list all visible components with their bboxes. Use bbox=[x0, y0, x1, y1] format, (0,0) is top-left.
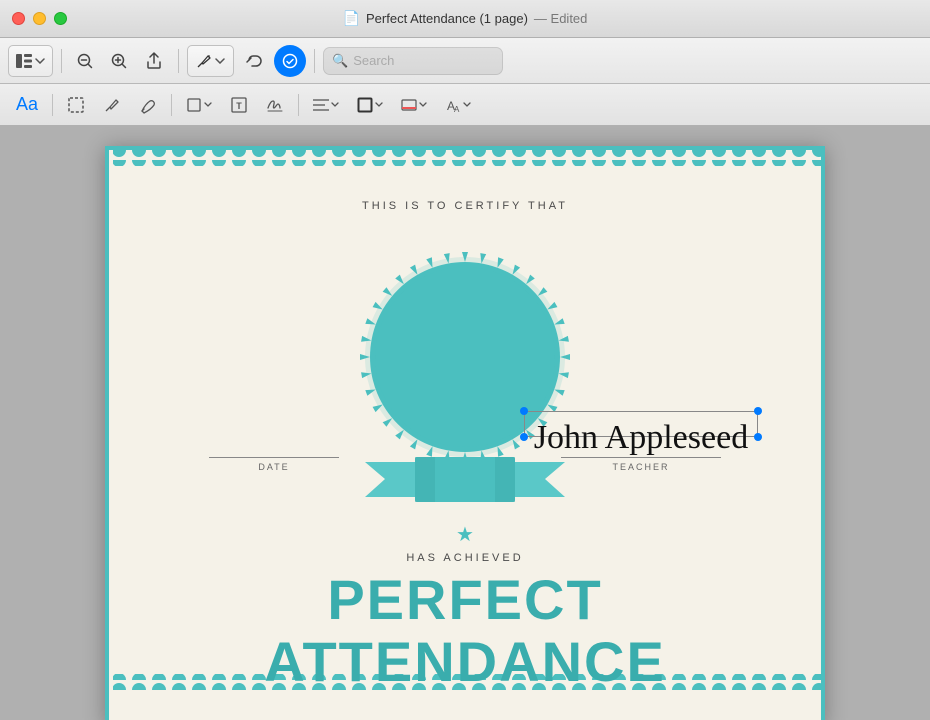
cert-certify-text: THIS IS TO CERTIFY THAT bbox=[362, 200, 568, 212]
fmt-separator-1 bbox=[52, 94, 53, 116]
share-button[interactable] bbox=[138, 45, 170, 77]
title-bar: 📄 Perfect Attendance (1 page) — Edited bbox=[0, 0, 930, 38]
pen-button[interactable] bbox=[97, 91, 127, 119]
fullscreen-button[interactable] bbox=[54, 12, 67, 25]
color-button[interactable] bbox=[395, 91, 433, 119]
close-button[interactable] bbox=[12, 12, 25, 25]
canvas-area: THIS IS TO CERTIFY THAT DATE bbox=[0, 126, 930, 720]
align-button[interactable] bbox=[307, 91, 345, 119]
handle-tl bbox=[520, 407, 528, 415]
sidebar-icon bbox=[16, 54, 32, 68]
teacher-underline bbox=[561, 457, 721, 458]
fmt-separator-2 bbox=[171, 94, 172, 116]
handle-br bbox=[754, 433, 762, 441]
edited-status: — Edited bbox=[534, 11, 588, 26]
chevron-down-icon bbox=[463, 102, 471, 107]
traffic-lights bbox=[12, 12, 67, 25]
window-title-area: 📄 Perfect Attendance (1 page) — Edited bbox=[343, 10, 588, 27]
align-icon bbox=[313, 98, 329, 112]
cert-content: THIS IS TO CERTIFY THAT DATE bbox=[109, 150, 821, 720]
search-icon: 🔍 bbox=[332, 53, 348, 69]
text-box-icon: T bbox=[230, 96, 248, 114]
svg-text:A: A bbox=[454, 105, 460, 113]
sidebar-toggle-button[interactable] bbox=[8, 45, 53, 77]
svg-text:T: T bbox=[236, 101, 242, 111]
zoom-in-icon bbox=[111, 53, 127, 69]
toolbar-separator-2 bbox=[178, 49, 179, 73]
selection-icon bbox=[67, 96, 85, 114]
border-style-icon bbox=[357, 97, 373, 113]
signature-button[interactable] bbox=[260, 91, 290, 119]
font-size-button[interactable]: A A bbox=[439, 91, 477, 119]
share-icon bbox=[145, 52, 163, 70]
chevron-down-icon bbox=[331, 102, 339, 107]
cert-date-line: DATE bbox=[199, 457, 349, 472]
font-aa-label: Aa bbox=[16, 94, 38, 115]
search-input[interactable]: Search bbox=[353, 53, 394, 68]
annotate-icon bbox=[282, 53, 298, 69]
minimize-button[interactable] bbox=[33, 12, 46, 25]
main-toolbar: 🔍 Search bbox=[0, 38, 930, 84]
pen-tool-button[interactable] bbox=[187, 45, 234, 77]
zoom-out-button[interactable] bbox=[70, 46, 100, 76]
signature-text: John Appleseed bbox=[534, 421, 748, 455]
toolbar-separator-3 bbox=[314, 49, 315, 73]
smooth-pen-icon bbox=[139, 96, 157, 114]
teacher-label: TEACHER bbox=[612, 462, 669, 472]
color-icon bbox=[401, 97, 417, 113]
border-style-button[interactable] bbox=[351, 91, 389, 119]
chevron-down-icon bbox=[419, 102, 427, 107]
pen-icon bbox=[103, 96, 121, 114]
back-button[interactable] bbox=[238, 45, 270, 77]
fmt-separator-3 bbox=[298, 94, 299, 116]
certificate: THIS IS TO CERTIFY THAT DATE bbox=[105, 146, 825, 720]
window-title: Perfect Attendance (1 page) bbox=[366, 11, 528, 26]
annotate-button[interactable] bbox=[274, 45, 306, 77]
format-toolbar: Aa T bbox=[0, 84, 930, 126]
selection-button[interactable] bbox=[61, 91, 91, 119]
chevron-down-icon bbox=[204, 102, 212, 107]
cert-has-achieved: HAS ACHIEVED bbox=[406, 552, 523, 564]
text-box-button[interactable]: T bbox=[224, 91, 254, 119]
handle-bl bbox=[520, 433, 528, 441]
date-label: DATE bbox=[258, 462, 289, 472]
date-underline bbox=[209, 457, 339, 458]
doc-icon: 📄 bbox=[343, 10, 360, 27]
signature-icon bbox=[266, 96, 284, 114]
chevron-down-icon bbox=[375, 102, 383, 107]
shapes-icon bbox=[186, 97, 202, 113]
handle-tr bbox=[754, 407, 762, 415]
font-size-icon: A A bbox=[445, 97, 461, 113]
pen-tool-icon bbox=[196, 53, 212, 69]
zoom-out-icon bbox=[77, 53, 93, 69]
chevron-down-icon bbox=[215, 58, 225, 64]
cert-main-title: PERFECT ATTENDANCE bbox=[159, 569, 771, 692]
shapes-button[interactable] bbox=[180, 91, 218, 119]
chevron-down-icon bbox=[35, 58, 45, 64]
search-box[interactable]: 🔍 Search bbox=[323, 47, 503, 75]
toolbar-separator-1 bbox=[61, 49, 62, 73]
undo-icon bbox=[245, 52, 263, 70]
smooth-pen-button[interactable] bbox=[133, 91, 163, 119]
font-format-button[interactable]: Aa bbox=[10, 91, 44, 119]
zoom-in-button[interactable] bbox=[104, 46, 134, 76]
